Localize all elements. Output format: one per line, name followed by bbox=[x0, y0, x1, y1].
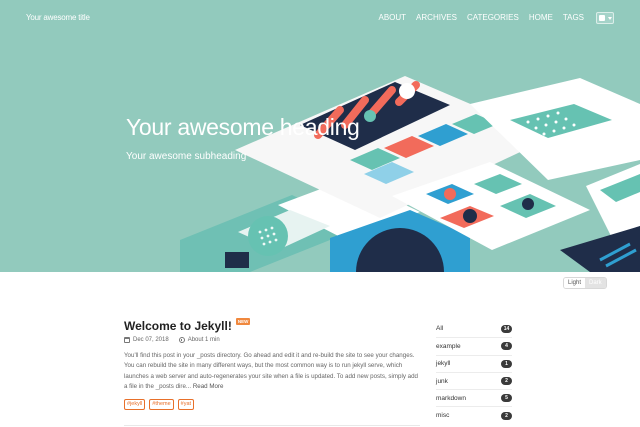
category-item-junk[interactable]: junk 2 bbox=[436, 371, 512, 389]
site-title[interactable]: Your awesome title bbox=[26, 13, 90, 22]
post-divider bbox=[124, 425, 420, 426]
category-item-misc[interactable]: misc 2 bbox=[436, 406, 512, 423]
post-date: Dec 07, 2018 bbox=[124, 337, 169, 343]
theme-switch[interactable]: Light Dark bbox=[563, 277, 607, 289]
tag-theme[interactable]: #theme bbox=[149, 398, 174, 410]
category-label: example bbox=[436, 342, 461, 350]
category-count-badge: 1 bbox=[501, 359, 512, 368]
category-item-example[interactable]: example 4 bbox=[436, 337, 512, 354]
category-label: junk bbox=[436, 377, 448, 385]
post-excerpt: You'll find this post in your _posts dir… bbox=[124, 351, 420, 393]
category-count-badge: 5 bbox=[501, 394, 512, 403]
nav-tags[interactable]: TAGS bbox=[563, 13, 584, 22]
category-label: misc bbox=[436, 412, 450, 420]
theme-dark-option[interactable]: Dark bbox=[585, 278, 606, 288]
post-excerpt-text: You'll find this post in your _posts dir… bbox=[124, 352, 418, 391]
main-nav: ABOUT ARCHIVES CATEGORIES HOME TAGS bbox=[378, 13, 584, 22]
category-item-markdown[interactable]: markdown 5 bbox=[436, 389, 512, 406]
nav-home[interactable]: HOME bbox=[529, 13, 553, 22]
post-meta: Dec 07, 2018 About 1 min bbox=[124, 337, 420, 343]
category-list: All 14 example 4 jekyll 1 junk 2 markdow… bbox=[436, 320, 512, 424]
read-more-link[interactable]: Read More bbox=[193, 383, 224, 390]
category-count-badge: 2 bbox=[501, 377, 512, 386]
category-item-all[interactable]: All 14 bbox=[436, 320, 512, 337]
clock-icon bbox=[178, 337, 185, 343]
post-date-text: Dec 07, 2018 bbox=[133, 337, 169, 343]
new-badge: NEW bbox=[235, 318, 251, 325]
calendar-icon bbox=[124, 337, 130, 343]
category-label: jekyll bbox=[436, 360, 451, 368]
flag-icon bbox=[599, 15, 605, 21]
post-tags: #jekyll #theme #yat bbox=[124, 398, 420, 410]
language-dropdown-button[interactable] bbox=[596, 12, 614, 24]
category-item-jekyll[interactable]: jekyll 1 bbox=[436, 354, 512, 372]
post-read-time: About 1 min bbox=[178, 337, 220, 343]
top-navbar: Your awesome title ABOUT ARCHIVES CATEGO… bbox=[0, 0, 640, 36]
post-title[interactable]: Welcome to Jekyll! bbox=[124, 319, 232, 333]
tag-jekyll[interactable]: #jekyll bbox=[124, 398, 146, 410]
hero-banner: Your awesome title ABOUT ARCHIVES CATEGO… bbox=[0, 0, 640, 272]
tag-yat[interactable]: #yat bbox=[177, 398, 195, 410]
category-label: markdown bbox=[436, 394, 466, 402]
nav-archives[interactable]: ARCHIVES bbox=[416, 13, 457, 22]
post-card: Welcome to Jekyll! NEW Dec 07, 2018 Abou… bbox=[124, 318, 420, 410]
hero-subheading: Your awesome subheading bbox=[126, 151, 247, 162]
category-label: All bbox=[436, 325, 444, 333]
category-count-badge: 14 bbox=[501, 324, 512, 333]
hero-heading: Your awesome heading bbox=[126, 114, 360, 140]
chevron-down-icon bbox=[608, 17, 612, 20]
theme-light-option[interactable]: Light bbox=[564, 278, 586, 288]
category-count-badge: 4 bbox=[501, 342, 512, 351]
nav-about[interactable]: ABOUT bbox=[378, 13, 406, 22]
category-count-badge: 2 bbox=[501, 411, 512, 420]
nav-categories[interactable]: CATEGORIES bbox=[467, 13, 519, 22]
post-read-time-text: About 1 min bbox=[187, 337, 220, 343]
